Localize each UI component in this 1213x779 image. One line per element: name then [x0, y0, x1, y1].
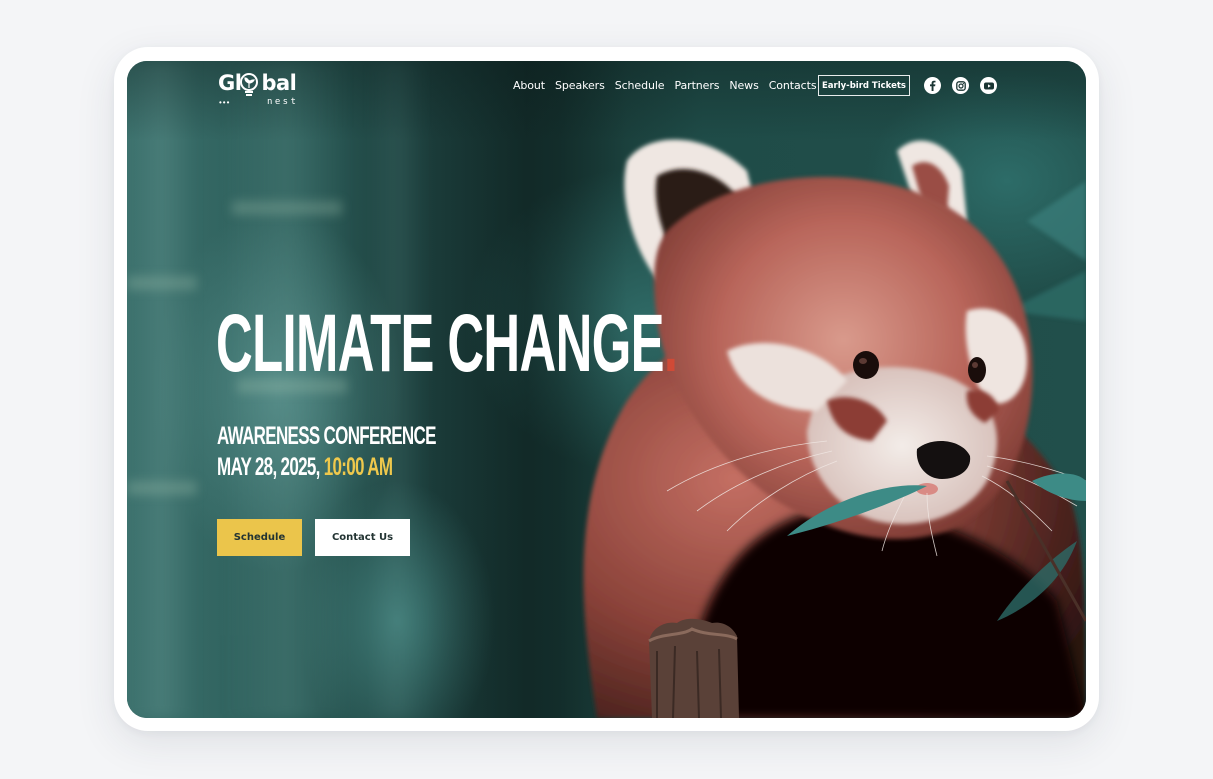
instagram-icon [955, 80, 966, 91]
lightbulb-sprout-icon [240, 73, 258, 96]
event-datetime: MAY 28, 2025, 10:00 AM [217, 452, 393, 482]
nav-contacts[interactable]: Contacts [769, 78, 817, 94]
hero-background-image [127, 61, 1086, 718]
red-panda-image [583, 139, 1086, 718]
early-bird-tickets-button[interactable]: Early-bird Tickets [818, 75, 910, 96]
event-time: 10:00 AM [323, 453, 393, 481]
instagram-link[interactable] [952, 77, 969, 94]
logo-text-left: Gl [218, 71, 242, 95]
youtube-icon [983, 82, 994, 89]
nav-news[interactable]: News [729, 78, 758, 94]
facebook-icon [930, 80, 936, 91]
logo-dots: ••• [219, 98, 231, 107]
nav-schedule[interactable]: Schedule [615, 78, 665, 94]
website-screen: Gl bal ••• nest About Speakers Schedule P… [127, 61, 1086, 718]
contact-us-button[interactable]: Contact Us [315, 519, 410, 556]
nav-partners[interactable]: Partners [674, 78, 719, 94]
hero-title-dot: . [663, 298, 678, 389]
social-links [924, 77, 997, 94]
facebook-link[interactable] [924, 77, 941, 94]
logo-subtext: nest [267, 97, 299, 107]
nav-speakers[interactable]: Speakers [555, 78, 605, 94]
schedule-button[interactable]: Schedule [217, 519, 302, 556]
conference-subtitle: AWARENESS CONFERENCE [217, 422, 436, 450]
event-date: MAY 28, 2025, [217, 453, 320, 481]
youtube-link[interactable] [980, 77, 997, 94]
main-navigation: About Speakers Schedule Partners News Co… [513, 78, 817, 94]
logo-text-right: bal [261, 71, 297, 95]
brand-logo[interactable]: Gl bal ••• nest [218, 70, 308, 107]
hero-title: CLIMATE CHANGE. [216, 303, 678, 385]
nav-about[interactable]: About [513, 78, 545, 94]
hero-title-text: CLIMATE CHANGE [216, 298, 665, 389]
